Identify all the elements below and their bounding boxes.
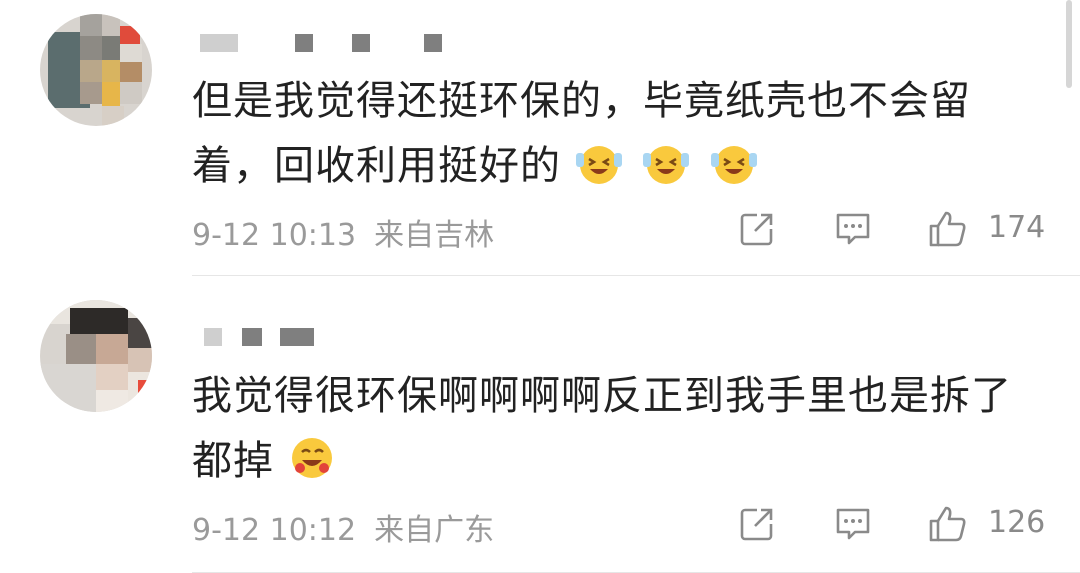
laughing-emoji-icon [643,146,690,184]
avatar[interactable] [40,14,152,126]
thumbs-up-icon[interactable] [927,504,967,544]
comment-icon[interactable] [833,504,873,544]
comment-meta: 9-12 10:12 来自广东 [192,505,512,549]
divider [192,275,1080,276]
comment-item: 我觉得很环保啊啊啊啊反正到我手里也是拆了 都掉 9-12 10:12 来自广东 1… [0,278,1080,573]
comment-time: 9-12 10:12 [192,513,357,548]
laughing-emoji-icon [575,146,622,184]
comment-text-content: 着，回收利用挺好的 [192,143,561,189]
comment-icon[interactable] [833,209,873,249]
share-icon[interactable] [737,504,777,544]
comment-text-line: 着，回收利用挺好的 [192,134,1052,199]
comment-text-content: 都掉 [192,438,274,484]
thumbs-up-icon[interactable] [927,209,967,249]
comment-text: 但是我觉得还挺环保的，毕竟纸壳也不会留 着，回收利用挺好的 [192,69,1052,199]
avatar[interactable] [40,300,152,412]
comment-text-line: 我觉得很环保啊啊啊啊反正到我手里也是拆了 [192,373,1012,419]
comment-location: 来自广东 [374,513,495,548]
like-count: 174 [988,210,1046,245]
comment-text-line: 但是我觉得还挺环保的，毕竟纸壳也不会留 [192,78,971,124]
comment-meta: 9-12 10:13 来自吉林 [192,210,512,254]
laughing-emoji-icon [711,146,758,184]
like-count: 126 [988,505,1046,540]
comment-location: 来自吉林 [374,218,495,253]
share-icon[interactable] [737,209,777,249]
comment-item: 但是我觉得还挺环保的，毕竟纸壳也不会留 着，回收利用挺好的 9-12 10:13… [0,0,1080,276]
comment-text: 我觉得很环保啊啊啊啊反正到我手里也是拆了 都掉 [192,364,1052,494]
comment-time: 9-12 10:13 [192,218,357,253]
laughing-emoji-icon [291,438,332,478]
comment-text-line: 都掉 [192,429,1052,494]
